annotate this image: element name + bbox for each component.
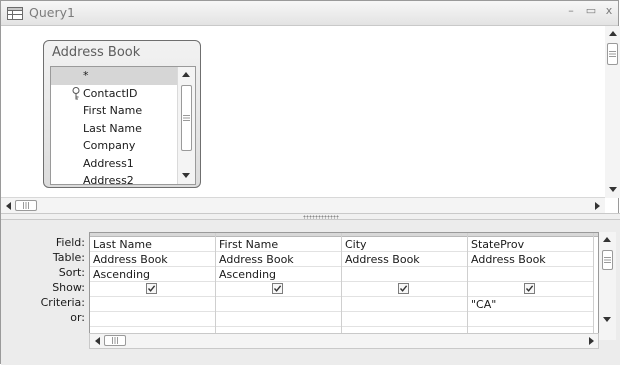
design-grid-hscroll-thumb[interactable] — [104, 335, 126, 346]
scroll-right-arrow-icon[interactable] — [589, 337, 594, 345]
table-cell[interactable]: Address Book — [90, 252, 215, 267]
criteria-cell[interactable] — [342, 297, 467, 312]
or-cell[interactable] — [216, 312, 341, 327]
show-cell[interactable] — [216, 282, 341, 297]
show-checkbox[interactable] — [398, 283, 409, 294]
table-cell[interactable]: Address Book — [216, 252, 341, 267]
sort-cell[interactable]: Ascending — [216, 267, 341, 282]
field-list-window[interactable]: Address Book * ContactID First Name Last Na… — [43, 40, 201, 188]
table-pane-vertical-scrollbar[interactable] — [605, 26, 620, 198]
field-list-item-label: Address2 — [83, 174, 134, 185]
field-list[interactable]: * ContactID First Name Last Name Company Addr… — [50, 66, 196, 185]
show-cell[interactable] — [342, 282, 467, 297]
design-grid-pane: Field: Table: Sort: Show: Criteria: or: Last … — [1, 220, 620, 365]
field-cell[interactable]: StateProv — [468, 237, 593, 252]
scroll-right-arrow-icon[interactable] — [595, 202, 600, 210]
field-cell[interactable]: City — [342, 237, 467, 252]
splitter-grip-icon[interactable] — [303, 215, 339, 219]
grid-row-labels: Field: Table: Sort: Show: Criteria: or: — [1, 235, 85, 325]
field-list-scrollbar[interactable] — [177, 67, 195, 184]
scroll-up-arrow-icon[interactable] — [182, 72, 190, 77]
scroll-left-arrow-icon[interactable] — [6, 202, 11, 210]
field-list-item[interactable]: Last Name — [51, 120, 195, 138]
show-checkbox[interactable] — [524, 283, 535, 294]
sort-cell[interactable] — [468, 267, 593, 282]
close-button[interactable]: x — [602, 4, 616, 18]
checkmark-icon — [525, 285, 534, 292]
show-cell[interactable] — [468, 282, 593, 297]
checkmark-icon — [147, 285, 156, 292]
field-list-item[interactable]: ContactID — [51, 85, 195, 103]
grid-row-label: or: — [70, 311, 85, 324]
table-cell[interactable]: Address Book — [468, 252, 593, 267]
field-list-scroll-thumb[interactable] — [181, 85, 192, 151]
field-list-item[interactable]: Address1 — [51, 155, 195, 173]
or-cell[interactable] — [468, 312, 593, 327]
field-cell[interactable]: First Name — [216, 237, 341, 252]
primary-key-icon — [72, 86, 80, 99]
grid-column[interactable]: Last Name Address Book Ascending — [90, 233, 216, 340]
design-grid-vscroll-thumb[interactable] — [602, 250, 613, 270]
maximize-button[interactable]: ▭ — [584, 4, 598, 18]
sort-cell[interactable] — [342, 267, 467, 282]
pane-splitter[interactable] — [1, 213, 620, 220]
checkmark-icon — [273, 285, 282, 292]
show-cell[interactable] — [90, 282, 215, 297]
criteria-cell[interactable] — [216, 297, 341, 312]
table-cell[interactable]: Address Book — [342, 252, 467, 267]
scroll-up-arrow-icon[interactable] — [609, 31, 617, 36]
field-list-item[interactable]: Address2 — [51, 172, 195, 185]
show-checkbox[interactable] — [146, 283, 157, 294]
field-list-item-label: Address1 — [83, 156, 134, 170]
window-title: Query1 — [29, 5, 75, 20]
field-list-item[interactable]: * — [51, 67, 195, 85]
or-cell[interactable] — [90, 312, 215, 327]
or-cell[interactable] — [342, 312, 467, 327]
query-icon — [7, 7, 23, 20]
table-pane-hscroll-thumb[interactable] — [15, 200, 37, 211]
field-list-item-label: Company — [83, 139, 136, 152]
field-list-item-label: First Name — [83, 104, 143, 117]
design-grid-horizontal-scrollbar[interactable] — [89, 333, 599, 349]
grid-row-label: Field: — [55, 236, 85, 249]
grid-column[interactable]: First Name Address Book Ascending — [216, 233, 342, 340]
field-list-title: Address Book — [52, 45, 141, 60]
grid-row-label: Table: — [52, 251, 85, 264]
minimize-button[interactable]: – — [564, 4, 578, 18]
title-bar[interactable]: Query1 – ▭ x — [1, 1, 618, 26]
table-pane-horizontal-scrollbar[interactable] — [1, 197, 605, 214]
scroll-up-arrow-icon[interactable] — [603, 237, 611, 242]
field-list-item-label: Last Name — [83, 121, 142, 135]
scroll-down-arrow-icon[interactable] — [603, 317, 611, 322]
grid-column[interactable]: City Address Book — [342, 233, 468, 340]
scroll-left-arrow-icon[interactable] — [95, 337, 100, 345]
field-cell[interactable]: Last Name — [90, 237, 215, 252]
scroll-down-arrow-icon[interactable] — [182, 173, 190, 178]
table-pane-vscroll-thumb[interactable] — [607, 43, 618, 65]
grid-row-label: Show: — [52, 281, 85, 294]
query-window: Query1 – ▭ x Address Book * ContactID Firs… — [0, 0, 620, 365]
checkmark-icon — [399, 285, 408, 292]
design-grid-vertical-scrollbar[interactable] — [599, 232, 616, 340]
scroll-down-arrow-icon[interactable] — [609, 187, 617, 192]
field-list-item-label: ContactID — [83, 86, 138, 100]
table-pane: Address Book * ContactID First Name Last Na… — [1, 26, 605, 196]
grid-column[interactable]: StateProv Address Book "CA" — [468, 233, 594, 340]
design-grid[interactable]: Last Name Address Book Ascending First Name… — [89, 232, 599, 340]
criteria-cell[interactable] — [90, 297, 215, 312]
criteria-cell[interactable]: "CA" — [468, 297, 593, 312]
grid-row-label: Criteria: — [40, 296, 85, 309]
show-checkbox[interactable] — [272, 283, 283, 294]
field-list-item[interactable]: First Name — [51, 102, 195, 120]
field-list-item[interactable]: Company — [51, 137, 195, 155]
sort-cell[interactable]: Ascending — [90, 267, 215, 282]
field-list-item-label: * — [83, 69, 89, 82]
grid-row-label: Sort: — [58, 266, 85, 279]
